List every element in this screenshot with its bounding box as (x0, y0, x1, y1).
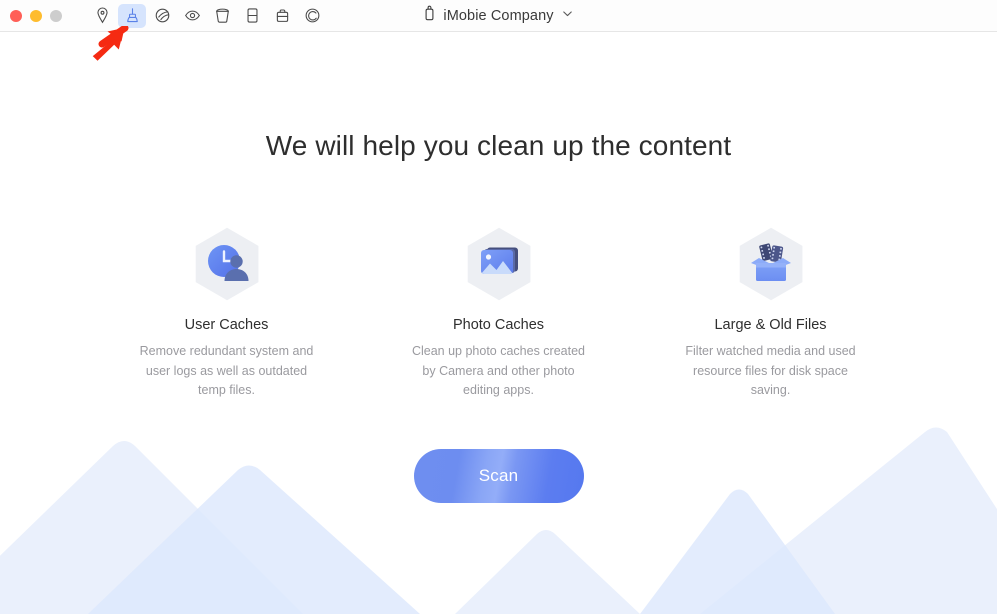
feature-list: User Caches Remove redundant system and … (0, 225, 997, 401)
toolbar-item-airdrop[interactable] (88, 4, 116, 28)
traffic-lights (0, 9, 62, 22)
feature-title: User Caches (184, 317, 269, 333)
photo-caches-icon (463, 225, 535, 303)
chevron-down-icon[interactable] (561, 7, 574, 25)
refresh-icon (303, 6, 322, 25)
scan-button[interactable]: Scan (413, 448, 584, 503)
toolbar-item-toolbox[interactable] (268, 4, 296, 28)
feature-card-user-caches[interactable]: User Caches Remove redundant system and … (139, 225, 315, 401)
zoom-button[interactable] (50, 9, 62, 22)
feature-title: Large & Old Files (714, 317, 827, 333)
window-title: iMobie Company (443, 7, 554, 24)
device-icon (243, 6, 262, 25)
feature-card-photo-caches[interactable]: Photo Caches Clean up photo caches creat… (411, 225, 587, 401)
close-button[interactable] (10, 9, 22, 22)
broom-icon (123, 6, 142, 25)
toolbox-icon (273, 6, 292, 25)
titlebar: iMobie Company (0, 0, 997, 32)
privacy-icon (153, 6, 172, 25)
airdrop-icon (93, 6, 112, 25)
feature-title: Photo Caches (452, 317, 545, 333)
toolbar-item-privacy[interactable] (148, 4, 176, 28)
iphone-icon (423, 5, 436, 26)
minimize-button[interactable] (30, 9, 42, 22)
trash-icon (213, 6, 232, 25)
page-title: We will help you clean up the content (265, 130, 732, 161)
toolbar (88, 3, 326, 28)
main-content: We will help you clean up the content Us… (0, 130, 997, 503)
toolbar-item-device[interactable] (238, 4, 266, 28)
toolbar-item-cleanup[interactable] (118, 3, 146, 28)
toolbar-item-refresh[interactable] (298, 4, 326, 28)
scan-button-container: Scan (0, 448, 997, 503)
eye-icon (183, 6, 202, 25)
app-window: iMobie Company We will help you clean up… (0, 0, 997, 614)
user-caches-icon (191, 225, 263, 303)
feature-description: Filter watched media and used resource f… (685, 344, 856, 397)
feature-description: Remove redundant system and user logs as… (139, 344, 314, 397)
toolbar-item-eraser[interactable] (178, 4, 206, 28)
toolbar-item-trash[interactable] (208, 4, 236, 28)
large-old-files-icon (735, 225, 807, 303)
feature-card-large-old-files[interactable]: Large & Old Files Filter watched media a… (683, 225, 859, 401)
feature-description: Clean up photo caches created by Camera … (411, 344, 586, 397)
